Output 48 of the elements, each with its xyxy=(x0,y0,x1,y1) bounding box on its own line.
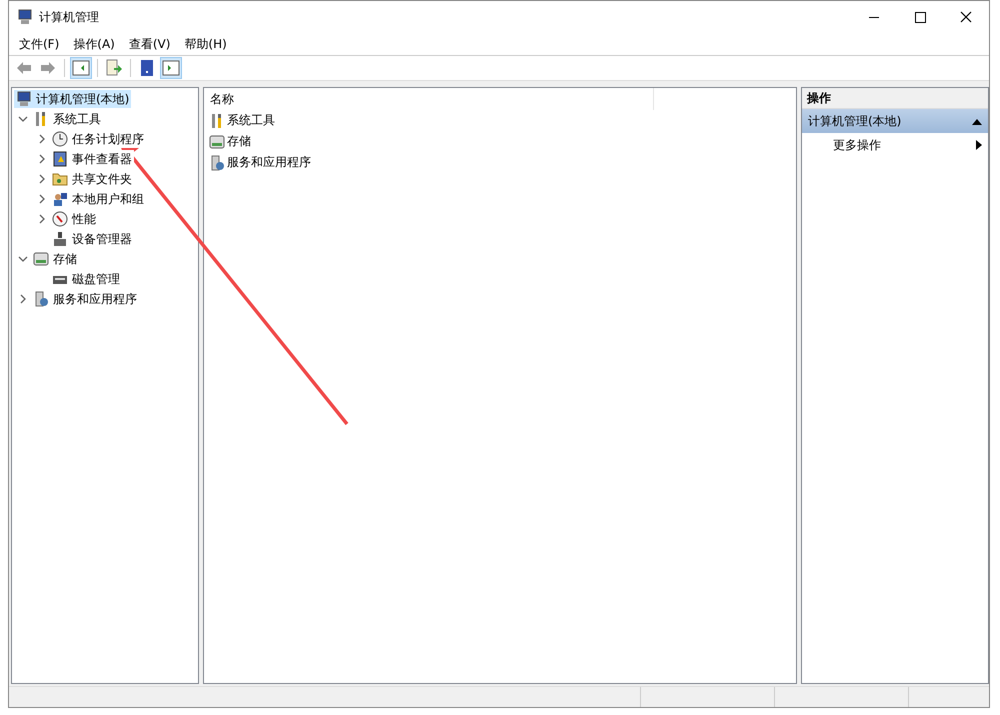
chevron-icon[interactable] xyxy=(37,174,47,184)
pane-icon xyxy=(162,59,180,77)
tree-button[interactable] xyxy=(70,57,92,79)
menu-item[interactable]: 文件(F) xyxy=(12,34,66,54)
tree-item[interactable]: 共享文件夹 xyxy=(50,170,134,188)
list-item[interactable]: 存储 xyxy=(204,131,796,152)
collapse-icon xyxy=(972,118,982,124)
close-icon xyxy=(960,11,972,23)
list-item[interactable]: 系统工具 xyxy=(204,110,796,131)
chevron-icon[interactable] xyxy=(37,154,47,164)
menu-item[interactable]: 查看(V) xyxy=(122,34,178,54)
clock-icon xyxy=(52,131,68,147)
chevron-icon[interactable] xyxy=(18,294,28,304)
menu-item[interactable]: 帮助(H) xyxy=(177,34,234,54)
window-title: 计算机管理 xyxy=(39,8,99,26)
tree-icon xyxy=(72,59,90,77)
tree-item[interactable]: 性能 xyxy=(50,210,98,228)
computer-icon xyxy=(16,91,32,107)
list-item[interactable]: 服务和应用程序 xyxy=(204,152,796,173)
actions-title: 操作 xyxy=(802,88,988,109)
device-icon xyxy=(52,231,68,247)
submenu-arrow-icon xyxy=(976,140,982,150)
export-icon xyxy=(105,59,123,77)
users-icon xyxy=(52,191,68,207)
tree-item[interactable]: 计算机管理(本地) xyxy=(14,90,132,108)
log-icon xyxy=(52,151,68,167)
pane-button[interactable] xyxy=(160,57,182,79)
storage-icon xyxy=(209,134,225,150)
chevron-icon[interactable] xyxy=(37,194,47,204)
tree-item[interactable]: 任务计划程序 xyxy=(50,130,146,148)
action-item[interactable]: 更多操作 xyxy=(802,133,988,157)
computer-icon xyxy=(17,9,33,25)
actions-section[interactable]: 计算机管理(本地) xyxy=(802,109,988,133)
gauge-icon xyxy=(52,211,68,227)
menu-item[interactable]: 操作(A) xyxy=(66,34,122,54)
forward-icon xyxy=(39,59,57,77)
services-icon xyxy=(209,154,225,170)
help-icon xyxy=(138,59,156,77)
storage-icon xyxy=(33,251,49,267)
chevron-icon[interactable] xyxy=(37,134,47,144)
chevron-icon[interactable] xyxy=(18,254,28,264)
column-header[interactable]: 名称 xyxy=(204,88,654,110)
chevron-icon[interactable] xyxy=(37,214,47,224)
section-title: 计算机管理(本地) xyxy=(808,112,902,130)
services-icon xyxy=(33,291,49,307)
folder-icon xyxy=(52,171,68,187)
chevron-icon[interactable] xyxy=(18,114,28,124)
tree-item[interactable]: 存储 xyxy=(31,250,79,268)
